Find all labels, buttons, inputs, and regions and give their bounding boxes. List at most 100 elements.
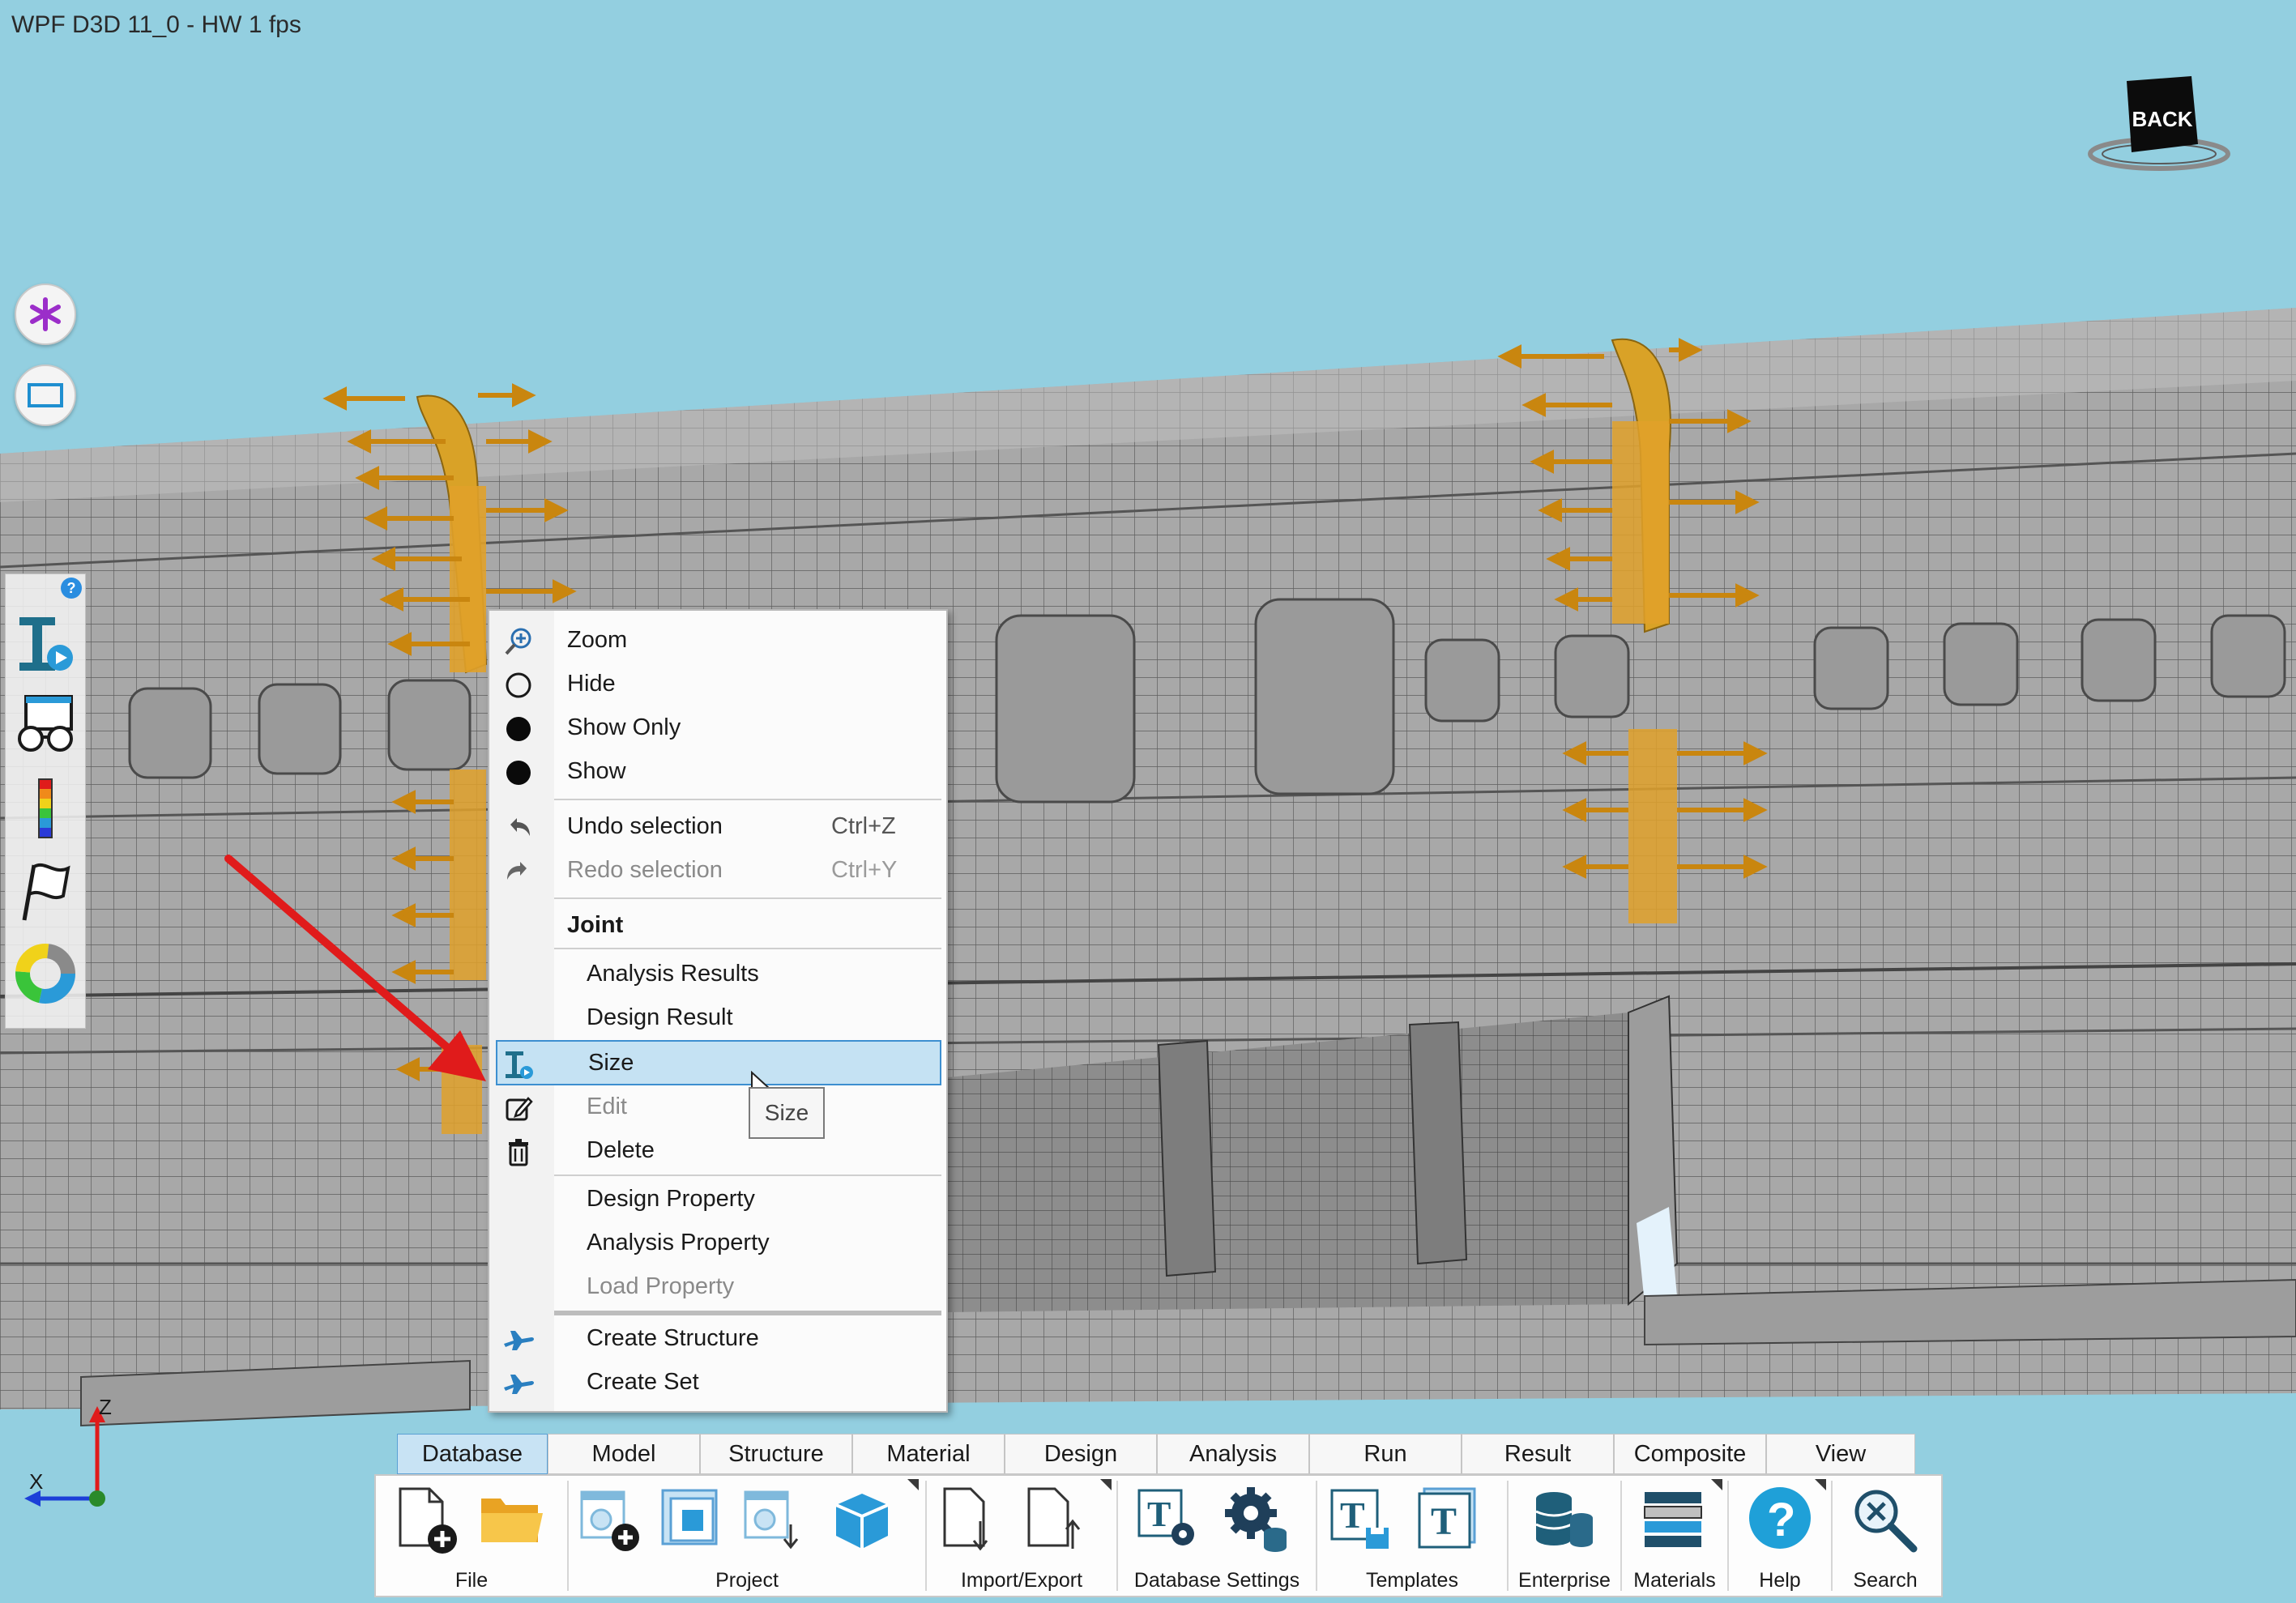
- flag-icon: [22, 863, 70, 921]
- open-project-button[interactable]: [658, 1486, 728, 1555]
- size-tool-icon: [19, 617, 73, 671]
- filled-circle-icon: [502, 757, 535, 789]
- viewer-button[interactable]: [12, 693, 79, 759]
- tab-structure[interactable]: Structure: [700, 1434, 852, 1474]
- view-cube[interactable]: BACK: [2086, 73, 2232, 186]
- filled-circle-icon: [502, 713, 535, 745]
- new-project-button[interactable]: [577, 1486, 647, 1555]
- group-enterprise: Enterprise: [1509, 1476, 1620, 1596]
- gear-database-icon: [1225, 1487, 1287, 1552]
- export-button[interactable]: [1022, 1486, 1092, 1555]
- size-tool-button[interactable]: [12, 610, 79, 676]
- color-scale-button[interactable]: [12, 775, 79, 842]
- import-icon: [943, 1487, 988, 1551]
- tab-composite[interactable]: Composite: [1614, 1434, 1766, 1474]
- tab-view[interactable]: View: [1766, 1434, 1915, 1474]
- window-title: WPF D3D 11_0 - HW 1 fps: [11, 11, 301, 38]
- import-button[interactable]: [938, 1486, 1008, 1555]
- template-button[interactable]: T: [1415, 1486, 1484, 1555]
- context-menu: Zoom Hide Show Only Show Undo selection …: [488, 609, 948, 1413]
- group-help: ? Help: [1729, 1476, 1831, 1596]
- hollow-circle-icon: [502, 669, 535, 701]
- menu-item-redo-selection[interactable]: Redo selection Ctrl+Y: [489, 849, 946, 893]
- open-project-icon: [661, 1489, 718, 1545]
- redo-icon: [502, 855, 535, 888]
- group-help-label: Help: [1759, 1569, 1801, 1592]
- group-enterprise-label: Enterprise: [1518, 1569, 1611, 1592]
- help-button[interactable]: ?: [1745, 1486, 1815, 1555]
- group-database-settings-label: Database Settings: [1133, 1569, 1300, 1592]
- rectangle-select-button[interactable]: [15, 365, 76, 426]
- template-settings-button[interactable]: T: [1136, 1486, 1206, 1555]
- import-project-icon: [744, 1490, 799, 1550]
- menu-item-zoom[interactable]: Zoom: [489, 619, 946, 663]
- template-gear-icon: T: [1137, 1489, 1194, 1545]
- edit-icon: [502, 1092, 535, 1124]
- new-file-button[interactable]: [392, 1486, 462, 1555]
- flag-button[interactable]: [12, 858, 79, 924]
- template-save-icon: T: [1330, 1489, 1389, 1549]
- tool-palette: ?: [5, 573, 86, 1029]
- menu-item-create-set[interactable]: Create Set: [489, 1361, 946, 1405]
- package-button[interactable]: [828, 1486, 898, 1555]
- zoom-icon: [502, 625, 535, 658]
- open-folder-button[interactable]: [476, 1486, 546, 1555]
- menu-item-delete[interactable]: Delete: [489, 1129, 946, 1173]
- template-icon: T: [1418, 1487, 1476, 1549]
- menu-item-size[interactable]: Size: [496, 1040, 941, 1085]
- undo-icon: [502, 812, 535, 844]
- 3d-viewport[interactable]: WPF D3D 11_0 - HW 1 fps BACK ? Z X: [0, 0, 2296, 1603]
- fuselage-model[interactable]: [0, 0, 2296, 1603]
- new-file-icon: [399, 1487, 457, 1554]
- ribbon-panel: File Project Import/Export T Database Se…: [374, 1474, 1943, 1597]
- menu-item-design-property[interactable]: Design Property: [489, 1178, 946, 1221]
- view-cube-label: BACK: [2132, 107, 2193, 131]
- tab-design[interactable]: Design: [1005, 1434, 1157, 1474]
- folder-icon: [481, 1499, 543, 1542]
- tab-database[interactable]: Database: [397, 1434, 548, 1474]
- menu-item-show-only[interactable]: Show Only: [489, 706, 946, 750]
- results-chart-button[interactable]: [12, 940, 79, 1007]
- menu-item-show[interactable]: Show: [489, 750, 946, 794]
- group-materials: Materials: [1622, 1476, 1727, 1596]
- menu-item-create-structure[interactable]: Create Structure: [489, 1317, 946, 1361]
- database-gear-button[interactable]: [1223, 1486, 1293, 1555]
- group-file-label: File: [455, 1569, 489, 1592]
- enterprise-database-icon: [1535, 1492, 1593, 1547]
- menu-item-hide[interactable]: Hide: [489, 663, 946, 706]
- search-button[interactable]: [1850, 1486, 1920, 1555]
- menu-item-edit[interactable]: Edit: [489, 1085, 946, 1129]
- donut-chart-icon: [15, 944, 75, 1004]
- airplane-icon: [502, 1324, 535, 1356]
- tab-model[interactable]: Model: [548, 1434, 700, 1474]
- trash-icon: [502, 1136, 535, 1168]
- enterprise-button[interactable]: [1530, 1486, 1599, 1555]
- tab-analysis[interactable]: Analysis: [1157, 1434, 1309, 1474]
- group-search-label: Search: [1853, 1569, 1918, 1592]
- materials-button[interactable]: [1640, 1486, 1709, 1555]
- tooltip: Size: [749, 1087, 825, 1139]
- menu-item-design-result[interactable]: Design Result: [489, 996, 946, 1040]
- svg-text:?: ?: [1767, 1494, 1795, 1546]
- help-icon[interactable]: ?: [61, 578, 82, 599]
- group-file: File: [376, 1476, 567, 1596]
- group-project-label: Project: [715, 1569, 779, 1592]
- menu-item-analysis-property[interactable]: Analysis Property: [489, 1221, 946, 1265]
- tab-material[interactable]: Material: [852, 1434, 1005, 1474]
- import-project-button[interactable]: [740, 1486, 810, 1555]
- svg-text:T: T: [1147, 1494, 1171, 1534]
- help-question-icon: ?: [1749, 1487, 1811, 1549]
- menu-item-load-property[interactable]: Load Property: [489, 1265, 946, 1309]
- menu-item-undo-selection[interactable]: Undo selection Ctrl+Z: [489, 805, 946, 849]
- material-layers-icon: [1644, 1492, 1702, 1547]
- group-project: Project: [569, 1476, 925, 1596]
- group-search: Search: [1833, 1476, 1938, 1596]
- box-icon: [835, 1494, 889, 1549]
- tab-result[interactable]: Result: [1462, 1434, 1614, 1474]
- menu-item-analysis-results[interactable]: Analysis Results: [489, 953, 946, 996]
- tab-run[interactable]: Run: [1309, 1434, 1462, 1474]
- template-save-button[interactable]: T: [1329, 1486, 1398, 1555]
- export-icon: [1027, 1487, 1081, 1549]
- asterisk-button[interactable]: [15, 284, 76, 345]
- group-templates-label: Templates: [1366, 1569, 1458, 1592]
